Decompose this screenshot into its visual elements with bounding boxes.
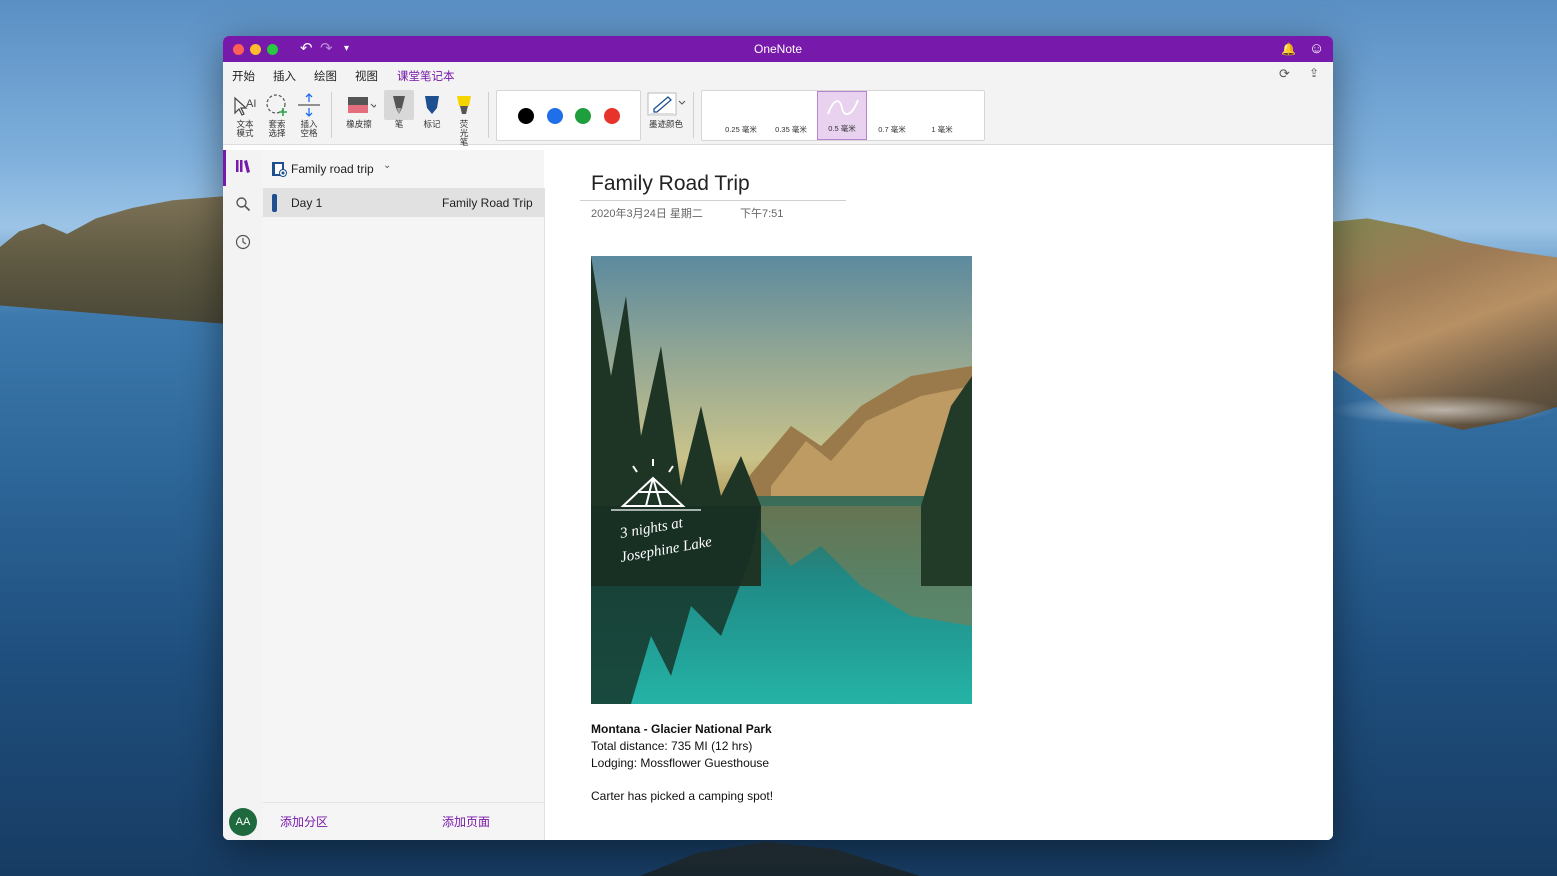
highlighter-icon [449,90,479,120]
marker-button[interactable]: 标记 [417,90,447,129]
page-item[interactable]: Family Road Trip [425,188,544,217]
note-line[interactable]: Carter has picked a camping spot! [591,789,773,803]
tab-draw[interactable]: 绘图 [314,68,337,89]
color-green-swatch[interactable] [575,108,591,124]
text-mode-button[interactable]: AI 文本模式 [231,90,259,138]
page-time: 下午7:51 [740,208,784,220]
ribbon-separator [331,92,332,138]
section-label: Day 1 [291,196,323,210]
ribbon-separator [488,92,489,138]
recent-clock-icon[interactable] [223,234,263,254]
lasso-icon [263,90,291,120]
ink-color-pencil-icon [643,90,689,120]
feedback-smiley-icon[interactable]: ☺ [1309,39,1324,59]
pen-label: 笔 [394,119,404,129]
add-section-button[interactable]: 添加分区 [280,813,328,830]
section-color-tab [272,194,277,212]
bell-icon[interactable]: 🔔 [1281,39,1296,59]
ink-color-palette [496,90,641,141]
window-title: OneNote [753,42,803,56]
chevron-down-icon: ⌄ [383,160,392,171]
pane-divider [263,802,425,803]
pen-icon [384,90,414,120]
desktop-landscape-left [0,195,240,325]
notebooks-icon[interactable] [223,158,263,178]
thickness-option[interactable]: 0.25 毫米 [716,91,766,140]
pane-divider [425,802,544,803]
pages-pane: Family Road Trip 添加页面 [425,188,545,840]
draw-ribbon: AI 文本模式 套索选择 插入空格 橡皮擦 笔 标记 荧光笔 墨迹颜色 0.25… [223,86,1333,147]
page-date: 2020年3月24日 星期二 [591,208,703,220]
page-title[interactable]: Family Road Trip [591,172,750,196]
ink-color-label: 墨迹颜色 [648,119,683,129]
page-label: Family Road Trip [442,196,533,210]
tab-view[interactable]: 视图 [355,68,378,84]
color-black-swatch[interactable] [518,108,534,124]
svg-text:AI: AI [246,98,256,110]
ribbon-separator [693,92,694,138]
section-item[interactable]: Day 1 [263,188,425,217]
eraser-icon [341,90,377,120]
ink-color-button[interactable]: 墨迹颜色 [643,90,689,129]
text-cursor-icon: AI [231,90,259,120]
tab-insert[interactable]: 插入 [273,68,296,84]
thickness-option-selected[interactable]: 0.5 毫米 [817,91,867,140]
insert-space-label: 插入空格 [300,119,318,138]
navigation-rail: AA [223,150,264,840]
page-canvas[interactable]: Family Road Trip 2020年3月24日 星期二 下午7:51 3… [545,150,1333,840]
insert-space-icon [295,90,323,120]
eraser-label: 橡皮擦 [346,119,372,129]
share-icon[interactable]: ⇪ [1309,66,1319,80]
marker-icon [417,90,447,120]
notebook-selector[interactable]: Family road trip ⌄ [263,150,544,188]
marker-label: 标记 [423,119,441,129]
insert-space-button[interactable]: 插入空格 [295,90,323,138]
color-red-swatch[interactable] [604,108,620,124]
onenote-window: ↶ ↷ ▾ OneNote 🔔 ☺ 开始 插入 绘图 视图 课堂笔记本 ⟳ ⇪ … [223,36,1333,840]
sync-icon[interactable]: ⟳ [1279,66,1290,82]
thickness-option[interactable]: 0.7 毫米 [867,91,917,140]
search-icon[interactable] [223,196,263,216]
notebook-name: Family road trip [291,162,374,176]
lasso-select-button[interactable]: 套索选择 [263,90,291,138]
highlighter-label: 荧光笔 [459,119,469,147]
desktop-surf [1330,395,1557,425]
stroke-preview-icon [827,99,859,115]
thickness-option[interactable]: 0.35 毫米 [766,91,816,140]
color-blue-swatch[interactable] [547,108,563,124]
lake-photo[interactable]: 3 nights at Josephine Lake [591,256,972,704]
highlighter-button[interactable]: 荧光笔 [449,90,479,147]
title-bar: ↶ ↷ ▾ OneNote 🔔 ☺ [223,36,1333,62]
avatar[interactable]: AA [229,808,257,836]
tab-home[interactable]: 开始 [232,68,255,84]
note-line[interactable]: Total distance: 735 MI (12 hrs) [591,739,752,753]
notebook-icon [271,161,287,180]
sections-pane: Day 1 添加分区 [263,150,426,840]
text-mode-label: 文本模式 [236,119,254,138]
title-underline [580,200,846,201]
thickness-option[interactable]: 1 毫米 [917,91,967,140]
add-page-button[interactable]: 添加页面 [442,813,490,830]
desktop-rock [640,841,920,876]
pen-button[interactable]: 笔 [384,90,414,129]
lasso-select-label: 套索选择 [268,119,286,138]
thickness-picker: 0.25 毫米 0.35 毫米 0.5 毫米 0.7 毫米 1 毫米 [701,90,985,141]
ribbon-tabs: 开始 插入 绘图 视图 课堂笔记本 ⟳ ⇪ [223,62,1333,89]
note-heading[interactable]: Montana - Glacier National Park [591,722,772,736]
note-line[interactable]: Lodging: Mossflower Guesthouse [591,756,769,770]
eraser-button[interactable]: 橡皮擦 [341,90,377,129]
tab-class-notebook[interactable]: 课堂笔记本 [397,68,455,84]
